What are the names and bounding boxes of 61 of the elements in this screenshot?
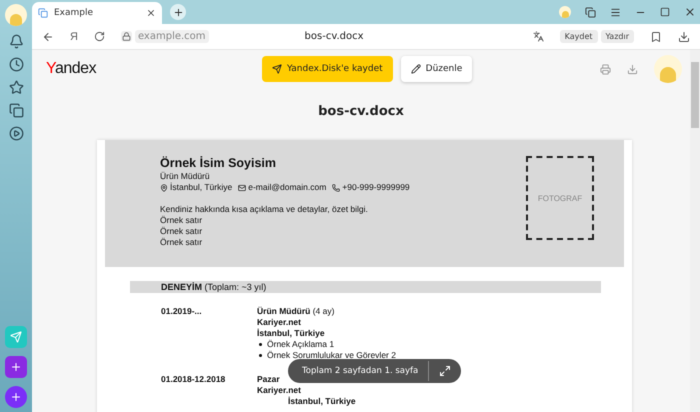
location-icon	[160, 184, 168, 192]
toolbar-button[interactable]: Yazdır	[600, 30, 634, 43]
sample-line: Örnek satır	[160, 226, 204, 237]
scrollbar[interactable]	[690, 50, 700, 412]
plus-icon	[172, 6, 184, 18]
star-icon[interactable]	[8, 80, 24, 95]
job-role: Ürün Müdürü	[160, 171, 211, 182]
document-title: bos-cv.docx	[317, 104, 405, 119]
toolbar-button[interactable]: Kaydet	[560, 30, 598, 43]
menu-icon[interactable]	[610, 6, 621, 18]
collections-icon[interactable]	[8, 103, 24, 118]
expand-icon[interactable]	[439, 365, 452, 377]
download-icon[interactable]	[678, 30, 690, 42]
page-count-text: Toplam 2 sayfadan 1. sayfa	[302, 366, 418, 376]
job-date: 01.2019-...	[161, 306, 203, 318]
notification-icon[interactable]	[8, 34, 24, 49]
back-icon[interactable]	[42, 30, 54, 42]
print-icon[interactable]	[600, 64, 611, 74]
contact-text: e-mail@domain.com	[248, 182, 326, 193]
close-icon[interactable]	[684, 6, 696, 18]
job-location: İstanbul, Türkiye	[287, 396, 356, 406]
summary-text: Kendiniz hakkında kısa açıklama ve detaylar, özet bilgi.	[160, 204, 369, 215]
contact-text: İstanbul, Türkiye	[170, 182, 232, 193]
save-to-disk-button[interactable]: Yandex.Disk'e kaydet	[262, 56, 393, 82]
yandex-button[interactable]: Я	[70, 30, 78, 42]
job-location: İstanbul, Türkiye	[257, 328, 325, 339]
company-name: Kariyer.net	[257, 317, 301, 328]
edit-button[interactable]: Düzenle	[400, 56, 472, 82]
collections-icon[interactable]	[585, 6, 596, 18]
assistant-icon[interactable]	[5, 386, 27, 408]
sample-line: Örnek satır	[160, 237, 204, 248]
pencil-icon	[410, 64, 421, 74]
lock-icon[interactable]	[120, 31, 132, 42]
maximize-icon[interactable]	[660, 7, 670, 17]
bullet-text: Örnek Sorumlulukar ve Görevler 2	[267, 350, 396, 361]
translate-icon[interactable]	[532, 31, 544, 42]
close-icon[interactable]	[146, 8, 156, 18]
history-icon[interactable]	[8, 57, 24, 72]
assistant-app-icon[interactable]	[5, 356, 27, 378]
person-name: Örnek İsim Soyisim	[160, 156, 278, 171]
company-name: Kariyer.net	[257, 385, 301, 396]
bullet-icon	[259, 354, 262, 357]
contact-text: +90-999-9999999	[342, 182, 410, 193]
play-icon[interactable]	[8, 126, 24, 141]
section-heading: DENEYİM (Toplam: ~3 yıl)	[130, 281, 601, 293]
logo[interactable]: Yandex	[46, 60, 96, 78]
job-title: Ürün Müdürü (4 ay)	[257, 306, 334, 317]
document-icon	[38, 8, 48, 18]
sample-line: Örnek satır	[160, 215, 204, 226]
bullet-icon	[259, 343, 262, 346]
reload-icon[interactable]	[94, 31, 105, 42]
bookmark-icon[interactable]	[650, 30, 662, 42]
bullet-text: Örnek Açıklama 1	[267, 339, 334, 350]
job-title: Pazar	[257, 374, 280, 385]
photo-label: FOTOGRAF	[538, 194, 582, 202]
page-title: bos-cv.docx	[304, 31, 365, 42]
browser-tab[interactable]: Example	[32, 2, 162, 24]
new-tab-button[interactable]	[170, 4, 186, 20]
phone-icon	[332, 184, 340, 192]
mail-icon	[238, 184, 246, 192]
job-date: 01.2018-12.2018	[161, 374, 226, 386]
